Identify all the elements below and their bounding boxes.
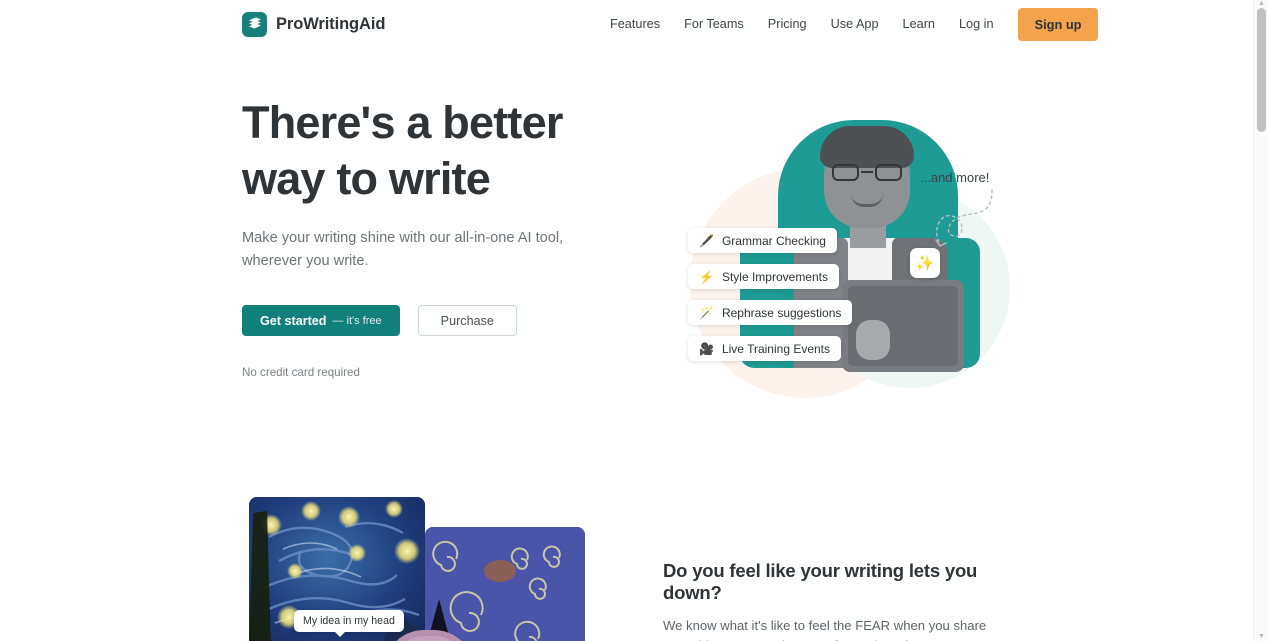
video-camera-icon: 🎥 bbox=[699, 341, 714, 356]
glasses-icon bbox=[832, 164, 902, 181]
lightning-bolt-icon: ⚡ bbox=[699, 269, 714, 284]
site-header: ProWritingAid Features For Teams Pricing… bbox=[0, 0, 1253, 48]
and-more-label: ...and more! bbox=[920, 170, 990, 185]
feature-card-list: 🖋️ Grammar Checking ⚡ Style Improvements… bbox=[688, 228, 888, 372]
nav-item-log-in[interactable]: Log in bbox=[947, 11, 1006, 37]
page-scrollbar[interactable]: ▲ ▼ bbox=[1253, 0, 1268, 641]
magic-wand-icon: 🪄 bbox=[699, 305, 714, 320]
nav-item-pricing[interactable]: Pricing bbox=[756, 11, 819, 37]
nav-item-for-teams[interactable]: For Teams bbox=[672, 11, 756, 37]
hero-title-line-1: There's a better bbox=[242, 97, 563, 148]
purchase-button[interactable]: Purchase bbox=[417, 305, 517, 336]
get-started-button[interactable]: Get started — it's free bbox=[242, 305, 400, 336]
brand-name: ProWritingAid bbox=[276, 14, 386, 33]
idea-tooltip: My idea in my head bbox=[294, 610, 404, 637]
feature-card-style-improvements[interactable]: ⚡ Style Improvements bbox=[688, 264, 839, 289]
feature-card-label: Grammar Checking bbox=[721, 233, 826, 248]
nav-item-features[interactable]: Features bbox=[598, 11, 672, 37]
feature-card-label: Style Improvements bbox=[721, 269, 828, 284]
person-hair bbox=[820, 126, 914, 168]
hero-title-line-2: way to write bbox=[242, 153, 491, 204]
scroll-up-arrow-icon[interactable]: ▲ bbox=[1257, 0, 1266, 8]
feature-card-label: Rephrase suggestions bbox=[721, 305, 842, 320]
nav-item-learn[interactable]: Learn bbox=[891, 11, 947, 37]
feature-card-label: Live Training Events bbox=[721, 341, 831, 356]
book-pages-icon bbox=[242, 11, 267, 37]
feature-card-grammar-checking[interactable]: 🖋️ Grammar Checking bbox=[688, 228, 837, 253]
lower-section-copy: Do you feel like your writing lets you d… bbox=[663, 560, 1023, 641]
page-root: ProWritingAid Features For Teams Pricing… bbox=[0, 0, 1268, 641]
quill-pen-icon: 🖋️ bbox=[699, 233, 714, 248]
hero-subtitle: Make your writing shine with our all-in-… bbox=[242, 230, 564, 269]
get-started-suffix: — it's free bbox=[332, 314, 382, 327]
crude-drawing-image bbox=[425, 527, 585, 641]
get-started-label: Get started bbox=[260, 313, 327, 328]
scroll-down-arrow-icon[interactable]: ▼ bbox=[1257, 633, 1266, 641]
no-credit-card-note: No credit card required bbox=[242, 366, 360, 379]
hero-title: There's a better way to write bbox=[242, 95, 632, 207]
nav-item-use-app[interactable]: Use App bbox=[819, 11, 891, 37]
lower-section-title: Do you feel like your writing lets you d… bbox=[663, 560, 978, 603]
main-navigation: Features For Teams Pricing Use App Learn… bbox=[598, 7, 1099, 41]
hero-copy: There's a better way to write Make your … bbox=[242, 95, 632, 379]
dotted-arrow-icon bbox=[935, 189, 993, 247]
lower-section-body: We know what it's like to feel the FEAR … bbox=[663, 618, 1005, 641]
brand-logo-link[interactable]: ProWritingAid bbox=[242, 11, 386, 37]
hero-actions: Get started — it's free Purchase bbox=[242, 305, 632, 336]
scrollbar-thumb[interactable] bbox=[1257, 8, 1266, 132]
hero-illustration: ✨ ...and more! 🖋️ Grammar Checking ⚡ Sty… bbox=[660, 88, 1060, 398]
signup-button[interactable]: Sign up bbox=[1017, 7, 1099, 41]
feature-card-rephrase-suggestions[interactable]: 🪄 Rephrase suggestions bbox=[688, 300, 853, 325]
feature-card-live-training-events[interactable]: 🎥 Live Training Events bbox=[688, 336, 842, 361]
